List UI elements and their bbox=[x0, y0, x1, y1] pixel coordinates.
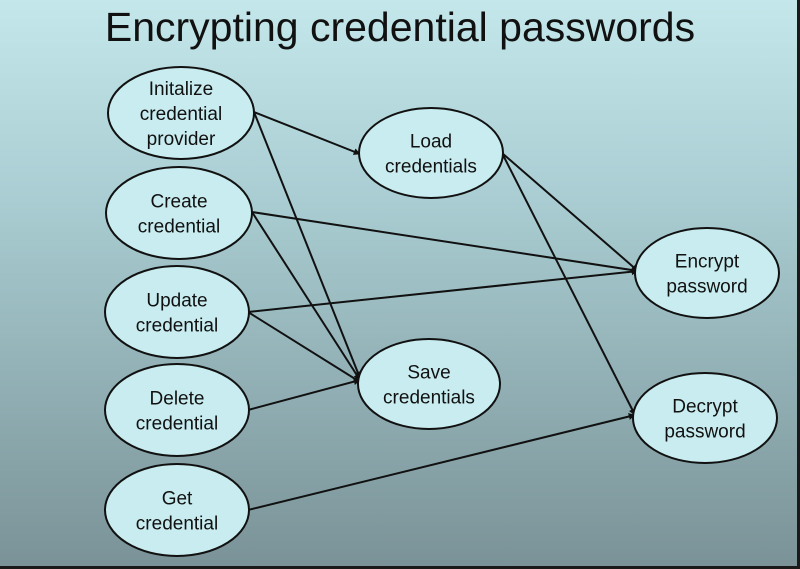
node-update-ellipse bbox=[104, 265, 250, 359]
edge-delete-to-save bbox=[247, 378, 361, 411]
edge-init-to-save bbox=[253, 111, 361, 379]
node-init-label-line: credential bbox=[140, 104, 222, 125]
node-create-label-line: credential bbox=[138, 217, 220, 238]
node-update: Update credential bbox=[104, 265, 250, 359]
node-decrypt-ellipse bbox=[632, 372, 778, 464]
node-init-label-line: Initalize bbox=[149, 79, 213, 100]
edge-init-to-load bbox=[253, 111, 361, 155]
node-save: Save credentials bbox=[357, 338, 501, 430]
node-get: Get credential bbox=[104, 463, 250, 557]
node-init: Initalize credential provider bbox=[107, 66, 255, 160]
node-update-label-line: Update bbox=[146, 291, 207, 312]
edge-update-to-save bbox=[247, 311, 361, 383]
node-get-label-line: Get bbox=[162, 489, 193, 510]
node-encrypt-label-line: password bbox=[666, 277, 747, 298]
node-encrypt-ellipse bbox=[634, 227, 780, 319]
slide: Encrypting credential passwords Initaliz… bbox=[0, 0, 800, 569]
node-encrypt: Encrypt password bbox=[634, 227, 780, 319]
node-create-label-line: Create bbox=[150, 192, 207, 213]
node-init-label-line: provider bbox=[147, 129, 216, 150]
node-delete-label-line: Delete bbox=[150, 389, 205, 410]
node-update-label-line: credential bbox=[136, 316, 218, 337]
nodes-layer: Initalize credential provider Create credent… bbox=[104, 66, 780, 557]
node-delete: Delete credential bbox=[104, 363, 250, 457]
node-load-label-line: credentials bbox=[385, 157, 477, 178]
node-save-label-line: Save bbox=[407, 363, 450, 384]
node-get-label-line: credential bbox=[136, 514, 218, 535]
node-save-ellipse bbox=[357, 338, 501, 430]
node-load-label-line: Load bbox=[410, 132, 452, 153]
node-delete-ellipse bbox=[104, 363, 250, 457]
node-load-ellipse bbox=[358, 107, 504, 199]
node-encrypt-label-line: Encrypt bbox=[675, 252, 740, 273]
diagram: Initalize credential provider Create credent… bbox=[104, 66, 780, 557]
node-create: Create credential bbox=[105, 166, 253, 260]
node-create-ellipse bbox=[105, 166, 253, 260]
node-save-label-line: credentials bbox=[383, 388, 475, 409]
edge-create-to-save bbox=[251, 211, 361, 381]
node-decrypt-label-line: Decrypt bbox=[672, 397, 738, 418]
node-decrypt-label-line: password bbox=[664, 422, 745, 443]
node-delete-label-line: credential bbox=[136, 414, 218, 435]
node-get-ellipse bbox=[104, 463, 250, 557]
node-decrypt: Decrypt password bbox=[632, 372, 778, 464]
node-load: Load credentials bbox=[358, 107, 504, 199]
